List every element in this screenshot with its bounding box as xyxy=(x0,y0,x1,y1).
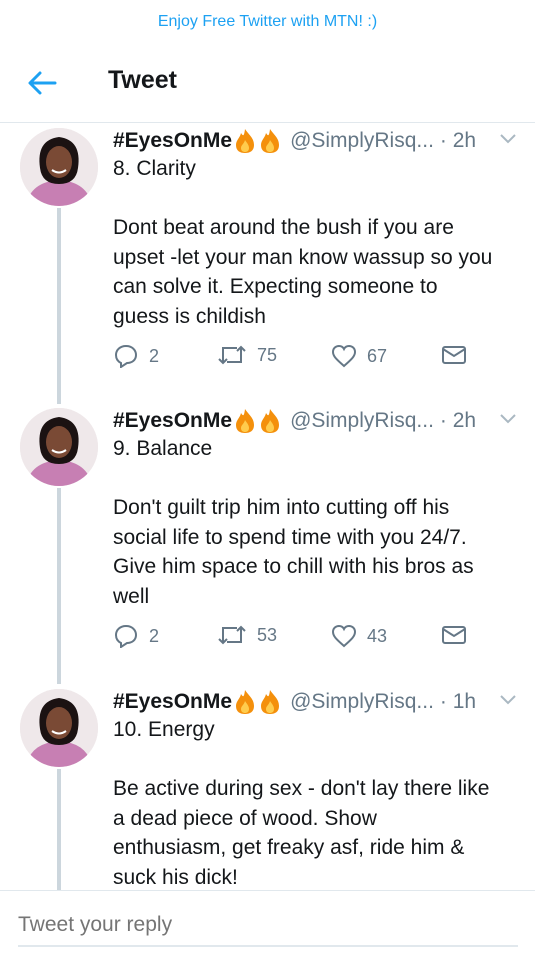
reply-button[interactable]: 2 xyxy=(113,344,159,368)
tweet-actions: 2 53 43 xyxy=(113,624,473,652)
envelope-icon xyxy=(442,626,466,644)
fire-emoji-icon xyxy=(234,128,284,154)
tweet-line: Dont beat around the bush if you are xyxy=(113,216,454,239)
tweet-line: can solve it. Expecting someone to xyxy=(113,275,438,298)
top-bar: Tweet xyxy=(0,44,535,120)
tweet-menu-button[interactable] xyxy=(498,693,518,707)
tweet-line: upset -let your man know wassup so you xyxy=(113,245,493,269)
tweet-line: 10. Energy xyxy=(113,718,215,741)
retweet-count: 75 xyxy=(257,344,278,365)
timestamp: · 2h xyxy=(439,129,477,152)
reply-input[interactable] xyxy=(18,905,518,947)
retweet-icon xyxy=(218,625,246,645)
direct-message-button[interactable] xyxy=(441,624,477,646)
avatar[interactable] xyxy=(20,689,98,767)
fire-emoji-icon xyxy=(234,689,284,715)
page-title: Tweet xyxy=(108,66,177,94)
retweet-button[interactable]: 53 xyxy=(217,624,277,646)
tweet-line: social life to spend time with you 24/7. xyxy=(113,525,467,549)
promo-banner[interactable]: Enjoy Free Twitter with MTN! :) xyxy=(0,0,535,44)
tweet-text: 8. Clarity Dont beat around the bush if … xyxy=(113,154,523,331)
reply-button[interactable]: 2 xyxy=(113,624,159,648)
tweet-header: #EyesOnMe @SimplyRisq... · 2h xyxy=(113,406,476,436)
tweet-text: 10. Energy Be active during sex - don't … xyxy=(113,715,523,892)
tweet-line: a dead piece of wood. Show xyxy=(113,806,377,830)
like-count: 43 xyxy=(367,625,388,646)
tweet-actions: 2 75 67 xyxy=(113,344,473,372)
display-name[interactable]: #EyesOnMe xyxy=(113,129,232,153)
retweet-icon xyxy=(218,345,246,365)
tweet-line: Give him space to chill with his bros as xyxy=(113,555,474,578)
thread-line xyxy=(57,488,61,684)
tweet-header: #EyesOnMe @SimplyRisq... · 2h xyxy=(113,126,476,156)
reply-count: 2 xyxy=(149,345,160,366)
arrow-left-icon xyxy=(28,71,57,95)
back-button[interactable] xyxy=(26,68,58,98)
thread-line xyxy=(57,769,61,890)
like-button[interactable]: 67 xyxy=(331,344,387,368)
envelope-icon xyxy=(442,346,466,364)
avatar[interactable] xyxy=(20,408,98,486)
thread-line xyxy=(57,208,61,404)
tweet-header: #EyesOnMe @SimplyRisq... · 1h xyxy=(113,687,476,717)
fire-emoji-icon xyxy=(234,408,284,434)
tweet-menu-button[interactable] xyxy=(498,412,518,426)
tweet-3[interactable]: #EyesOnMe @SimplyRisq... · 1h 10. Energy… xyxy=(0,687,535,890)
retweet-count: 53 xyxy=(257,624,278,645)
tweet-line: 8. Clarity xyxy=(113,157,196,180)
tweet-line: 9. Balance xyxy=(113,437,213,460)
like-button[interactable]: 43 xyxy=(331,624,387,648)
avatar[interactable] xyxy=(20,128,98,206)
chevron-down-icon xyxy=(500,695,516,705)
tweet-line: guess is childish xyxy=(113,304,266,328)
tweet-line: enthusiasm, get freaky asf, ride him & xyxy=(113,836,465,859)
tweet-menu-button[interactable] xyxy=(498,132,518,146)
tweet-2[interactable]: #EyesOnMe @SimplyRisq... · 2h 9. Balance… xyxy=(0,406,535,684)
tweet-line: well xyxy=(113,584,150,608)
display-name[interactable]: #EyesOnMe xyxy=(113,409,232,433)
like-count: 67 xyxy=(367,345,388,366)
reply-count: 2 xyxy=(149,625,160,646)
tweet-line: suck his dick! xyxy=(113,865,238,889)
timestamp: · 2h xyxy=(439,409,477,432)
heart-icon xyxy=(331,344,357,368)
retweet-button[interactable]: 75 xyxy=(217,344,277,366)
heart-icon xyxy=(331,624,357,648)
display-name[interactable]: #EyesOnMe xyxy=(113,690,232,714)
user-handle[interactable]: @SimplyRisq... xyxy=(290,690,434,714)
tweet-line: Be active during sex - don't lay there l… xyxy=(113,777,490,800)
reply-icon xyxy=(114,624,138,648)
promo-banner-text: Enjoy Free Twitter with MTN! :) xyxy=(157,13,378,30)
chevron-down-icon xyxy=(500,134,516,144)
tweet-1[interactable]: #EyesOnMe @SimplyRisq... · 2h 8. Clarity… xyxy=(0,126,535,404)
chevron-down-icon xyxy=(500,414,516,424)
direct-message-button[interactable] xyxy=(441,344,477,366)
header-divider xyxy=(0,122,535,123)
tweet-line: Don't guilt trip him into cutting off hi… xyxy=(113,496,450,519)
timestamp: · 1h xyxy=(439,690,477,713)
tweet-text: 9. Balance Don't guilt trip him into cut… xyxy=(113,434,523,611)
user-handle[interactable]: @SimplyRisq... xyxy=(290,409,434,433)
reply-composer xyxy=(0,890,535,961)
user-handle[interactable]: @SimplyRisq... xyxy=(290,129,434,153)
reply-icon xyxy=(114,344,138,368)
